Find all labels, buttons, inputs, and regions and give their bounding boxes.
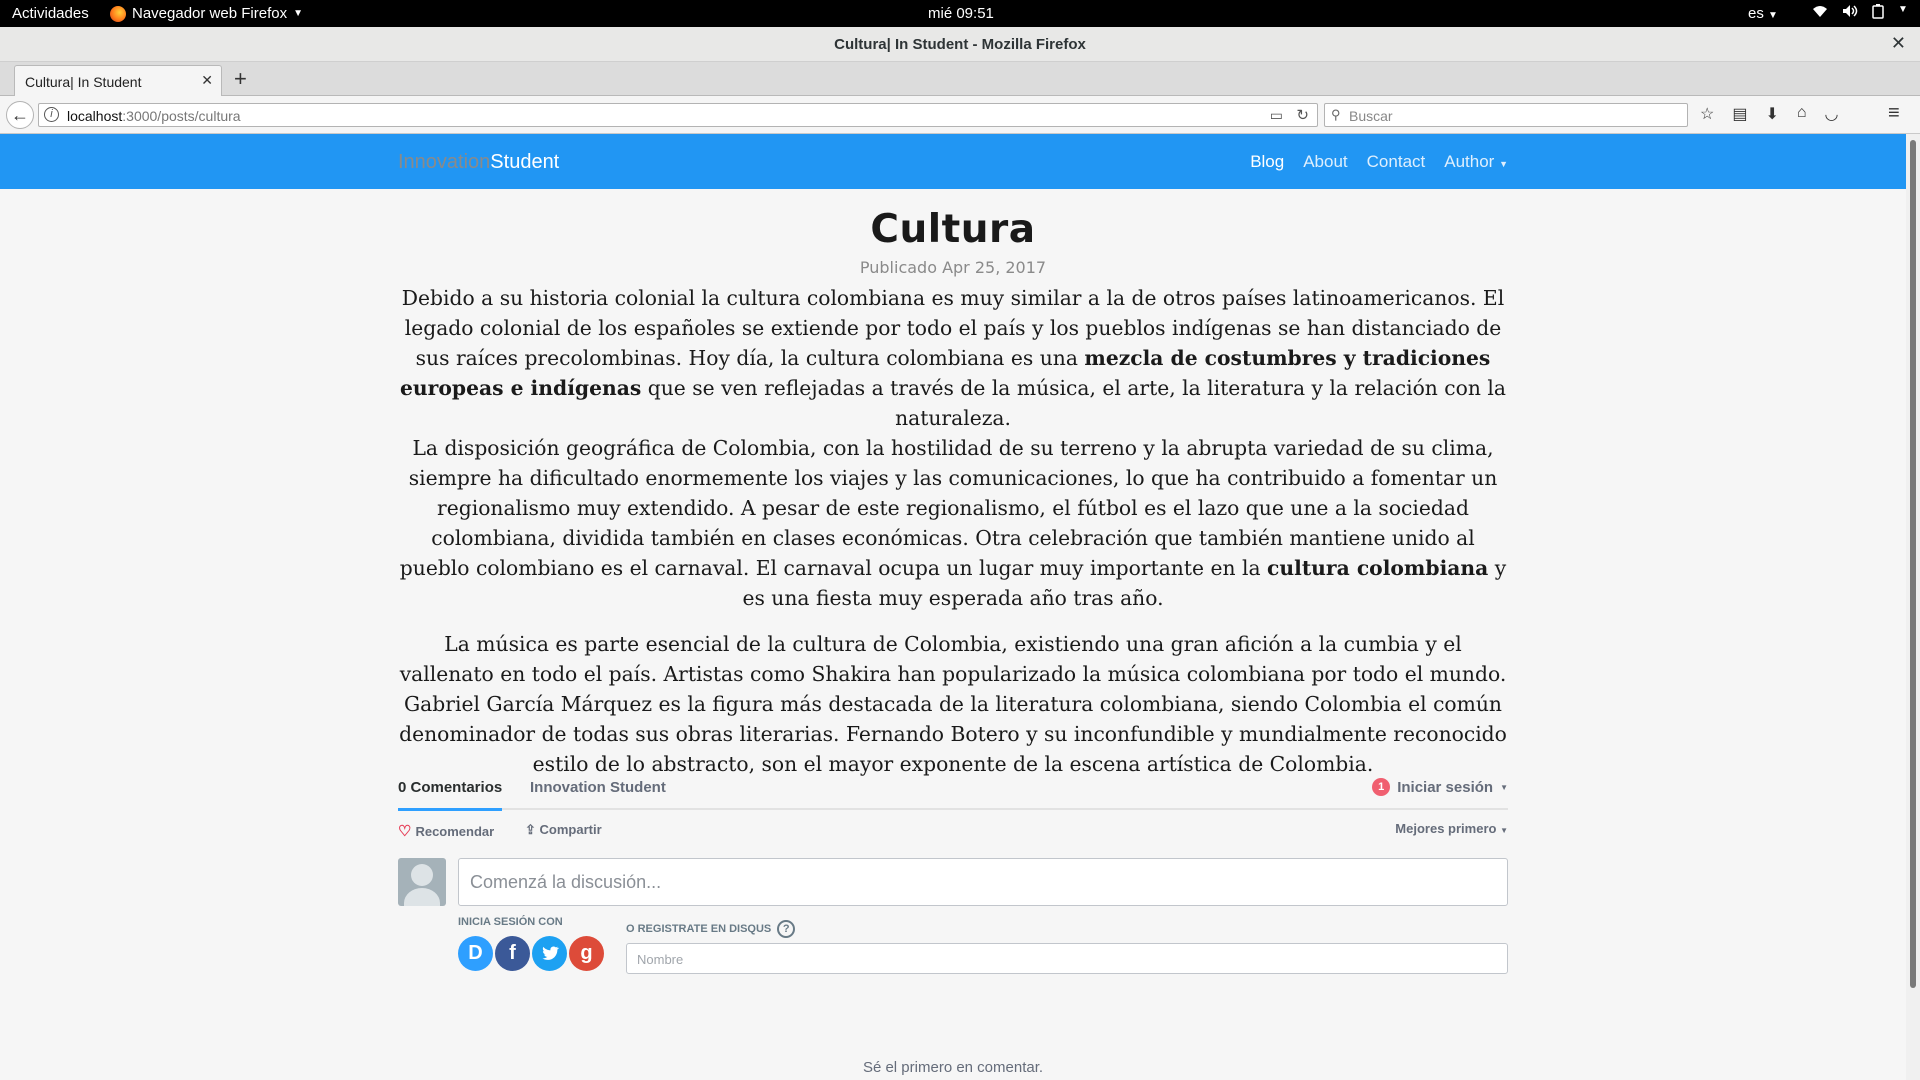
search-icon: ⚲	[1331, 107, 1341, 122]
share-icon: ⇪	[525, 822, 540, 837]
recommend-button[interactable]: ♡ Recomendar	[398, 822, 494, 840]
twitter-icon[interactable]	[532, 936, 567, 971]
recommend-label: Recomendar	[415, 824, 495, 839]
wifi-icon	[1812, 4, 1828, 23]
url-path: :3000/posts/cultura	[122, 108, 241, 124]
article-paragraph-1: Debido a su historia colonial la cultura…	[398, 283, 1508, 613]
nav-about[interactable]: About	[1303, 152, 1347, 172]
info-icon[interactable]: i	[44, 107, 59, 122]
register-label: O REGISTRATE EN DISQUS ?	[626, 920, 796, 938]
comment-actions: ♡ Recomendar ⇪ Compartir Mejores primero …	[398, 810, 1508, 850]
bold-text: cultura colombiana	[1267, 556, 1489, 580]
login-menu[interactable]: 1 Iniciar sesión ▼	[1372, 778, 1508, 796]
site-brand[interactable]: InnovationStudent	[398, 151, 559, 174]
language-indicator[interactable]: es ▼	[1748, 5, 1778, 22]
close-window-icon[interactable]: ✕	[1891, 33, 1906, 54]
tab-comments-count[interactable]: 0 Comentarios	[398, 779, 503, 811]
activities-button[interactable]: Actividades	[12, 5, 89, 22]
url-bar[interactable]: i localhost:3000/posts/cultura ▭ ↻	[38, 103, 1318, 127]
firefox-icon	[110, 5, 126, 22]
system-indicators[interactable]: ▼	[1812, 4, 1908, 23]
scrollbar-thumb[interactable]	[1910, 140, 1916, 988]
comments-tabs: 0 Comentarios Innovation Student 1 Inici…	[398, 770, 1508, 811]
facebook-icon[interactable]: f	[495, 936, 530, 971]
home-icon[interactable]: ⌂	[1797, 104, 1807, 124]
comment-input[interactable]: Comenzá la discusión...	[458, 858, 1508, 906]
window-title: Cultura| In Student - Mozilla Firefox	[834, 36, 1086, 53]
browser-navbar: ← i localhost:3000/posts/cultura ▭ ↻ ⚲ B…	[0, 96, 1920, 134]
search-placeholder: Buscar	[1349, 108, 1393, 124]
name-placeholder: Nombre	[637, 952, 684, 967]
nav-contact[interactable]: Contact	[1367, 152, 1426, 172]
app-menu-label: Navegador web Firefox	[132, 5, 288, 22]
login-label: Iniciar sesión	[1397, 778, 1494, 796]
avatar-head	[411, 864, 433, 886]
clock[interactable]: mié 09:51	[928, 5, 994, 22]
reader-view-icon[interactable]: ▭	[1270, 107, 1283, 124]
page-scrollbar[interactable]	[1906, 134, 1920, 1080]
help-icon[interactable]: ?	[777, 920, 796, 938]
url-host: localhost	[67, 108, 123, 124]
avatar	[398, 858, 446, 906]
share-label: Compartir	[539, 822, 602, 837]
notification-badge: 1	[1372, 778, 1391, 796]
bookmarks-list-icon[interactable]: ▤	[1732, 104, 1747, 124]
tab-forum[interactable]: Innovation Student	[530, 779, 666, 796]
first-comment-prompt: Sé el primero en comentar.	[862, 1059, 1044, 1076]
battery-icon	[1872, 4, 1884, 23]
article-paragraph-2: La música es parte esencial de la cultur…	[399, 632, 1507, 776]
brand-part2: Student	[490, 151, 560, 173]
caret-down-icon: ▼	[1500, 782, 1508, 792]
volume-icon	[1842, 4, 1858, 23]
site-nav-links: Blog About Contact Author ▼	[1250, 152, 1508, 172]
sort-dropdown[interactable]: Mejores primero ▼	[1395, 821, 1508, 836]
bookmark-star-icon[interactable]: ☆	[1700, 104, 1714, 124]
article: Cultura Publicado Apr 25, 2017 Debido a …	[398, 189, 1508, 779]
brand-part1: Innovation	[398, 151, 491, 173]
toolbar-icons: ☆ ▤ ⬇ ⌂ ◡	[1700, 104, 1839, 124]
nav-author-label: Author	[1444, 152, 1495, 171]
pocket-icon[interactable]: ◡	[1825, 104, 1839, 124]
search-bar[interactable]: ⚲ Buscar	[1324, 103, 1688, 127]
tab-label: Cultura| In Student	[25, 74, 142, 90]
browser-tab[interactable]: Cultura| In Student ✕	[14, 65, 222, 96]
site-navbar: InnovationStudent Blog About Contact Aut…	[0, 134, 1906, 189]
comment-placeholder: Comenzá la discusión...	[470, 872, 662, 892]
article-date: Publicado Apr 25, 2017	[859, 258, 1047, 277]
hamburger-menu-icon[interactable]: ≡	[1888, 102, 1900, 125]
chevron-down-icon: ▼	[1768, 10, 1778, 21]
window-title-bar: Cultura| In Student - Mozilla Firefox ✕	[0, 27, 1920, 62]
chevron-down-icon: ▼	[293, 8, 303, 19]
new-tab-button[interactable]: +	[234, 66, 247, 92]
download-icon[interactable]: ⬇	[1765, 104, 1778, 124]
register-text: O REGISTRATE EN DISQUS	[626, 923, 772, 935]
sort-label: Mejores primero	[1395, 821, 1497, 836]
caret-down-icon: ▼	[1500, 826, 1508, 835]
name-input[interactable]: Nombre	[626, 943, 1508, 974]
disqus-icon[interactable]: D	[458, 936, 493, 971]
gnome-top-bar: Actividades Navegador web Firefox ▼ mié …	[0, 0, 1920, 27]
heart-icon: ♡	[398, 823, 412, 840]
url-text: localhost:3000/posts/cultura	[67, 108, 241, 124]
reload-icon[interactable]: ↻	[1296, 106, 1309, 124]
article-title: Cultura	[870, 207, 1036, 252]
social-login-buttons: D f g	[458, 936, 604, 971]
caret-down-icon: ▼	[1499, 159, 1508, 169]
share-button[interactable]: ⇪ Compartir	[525, 822, 602, 838]
disqus-comments: 0 Comentarios Innovation Student 1 Inici…	[398, 770, 1508, 1076]
nav-blog[interactable]: Blog	[1250, 152, 1284, 172]
avatar-body	[404, 888, 440, 906]
google-icon[interactable]: g	[569, 936, 604, 971]
language-label: es	[1748, 5, 1764, 22]
back-button[interactable]: ←	[6, 101, 34, 129]
app-menu[interactable]: Navegador web Firefox ▼	[110, 5, 303, 22]
login-with-label: INICIA SESIÓN CON	[458, 916, 563, 928]
close-tab-icon[interactable]: ✕	[201, 72, 213, 89]
text-run: que se ven reflejadas a través de la mús…	[641, 376, 1506, 430]
tab-strip: Cultura| In Student ✕ +	[0, 62, 1920, 96]
chevron-down-icon: ▼	[1898, 4, 1908, 15]
nav-author[interactable]: Author ▼	[1444, 152, 1508, 172]
